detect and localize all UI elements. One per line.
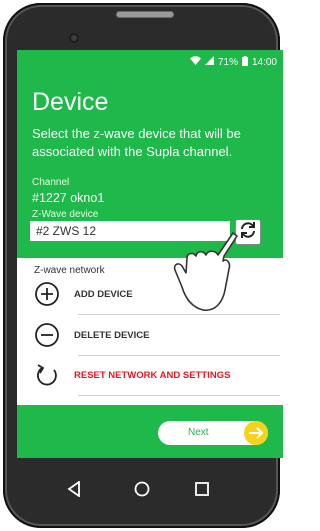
front-camera: [69, 33, 79, 43]
status-bar: 71% 14:00: [189, 55, 277, 69]
zwave-network-panel: Z-wave network ADD DEVICE DELETE DEVICE …: [17, 258, 283, 405]
back-icon[interactable]: [62, 477, 86, 501]
recents-icon[interactable]: [190, 477, 214, 501]
add-device-label: ADD DEVICE: [74, 288, 133, 300]
page-description: Select the z-wave device that will be as…: [32, 126, 241, 159]
zwave-device-label: Z-Wave device: [32, 209, 99, 220]
divider: [78, 395, 280, 396]
channel-label: Channel: [32, 177, 70, 188]
pointing-hand-icon: [158, 228, 240, 325]
reset-network-label: RESET NETWORK AND SETTINGS: [74, 369, 231, 381]
minus-circle-icon: [34, 322, 60, 348]
arrow-right-icon: [244, 421, 268, 445]
page-title: Device: [32, 88, 109, 116]
home-icon[interactable]: [130, 477, 154, 501]
wifi-icon: [189, 56, 201, 68]
screen: 71% 14:00 Device Select the z-wave devic…: [17, 50, 283, 458]
next-button[interactable]: Next: [158, 421, 268, 445]
battery-percent: 71%: [217, 56, 238, 68]
delete-device-label: DELETE DEVICE: [74, 329, 150, 341]
network-title: Z-wave network: [34, 265, 105, 276]
reset-network-item[interactable]: RESET NETWORK AND SETTINGS: [34, 357, 266, 393]
refresh-icon: [238, 220, 258, 245]
reset-icon: [34, 362, 60, 388]
battery-icon: [241, 55, 248, 69]
next-label: Next: [188, 427, 209, 438]
signal-icon: [204, 56, 214, 68]
clock: 14:00: [251, 56, 277, 68]
divider: [78, 355, 280, 356]
android-nav-bar: [17, 458, 266, 514]
channel-value: #1227 okno1: [32, 191, 105, 205]
speaker-grille: [116, 11, 174, 18]
plus-circle-icon: [34, 281, 60, 307]
